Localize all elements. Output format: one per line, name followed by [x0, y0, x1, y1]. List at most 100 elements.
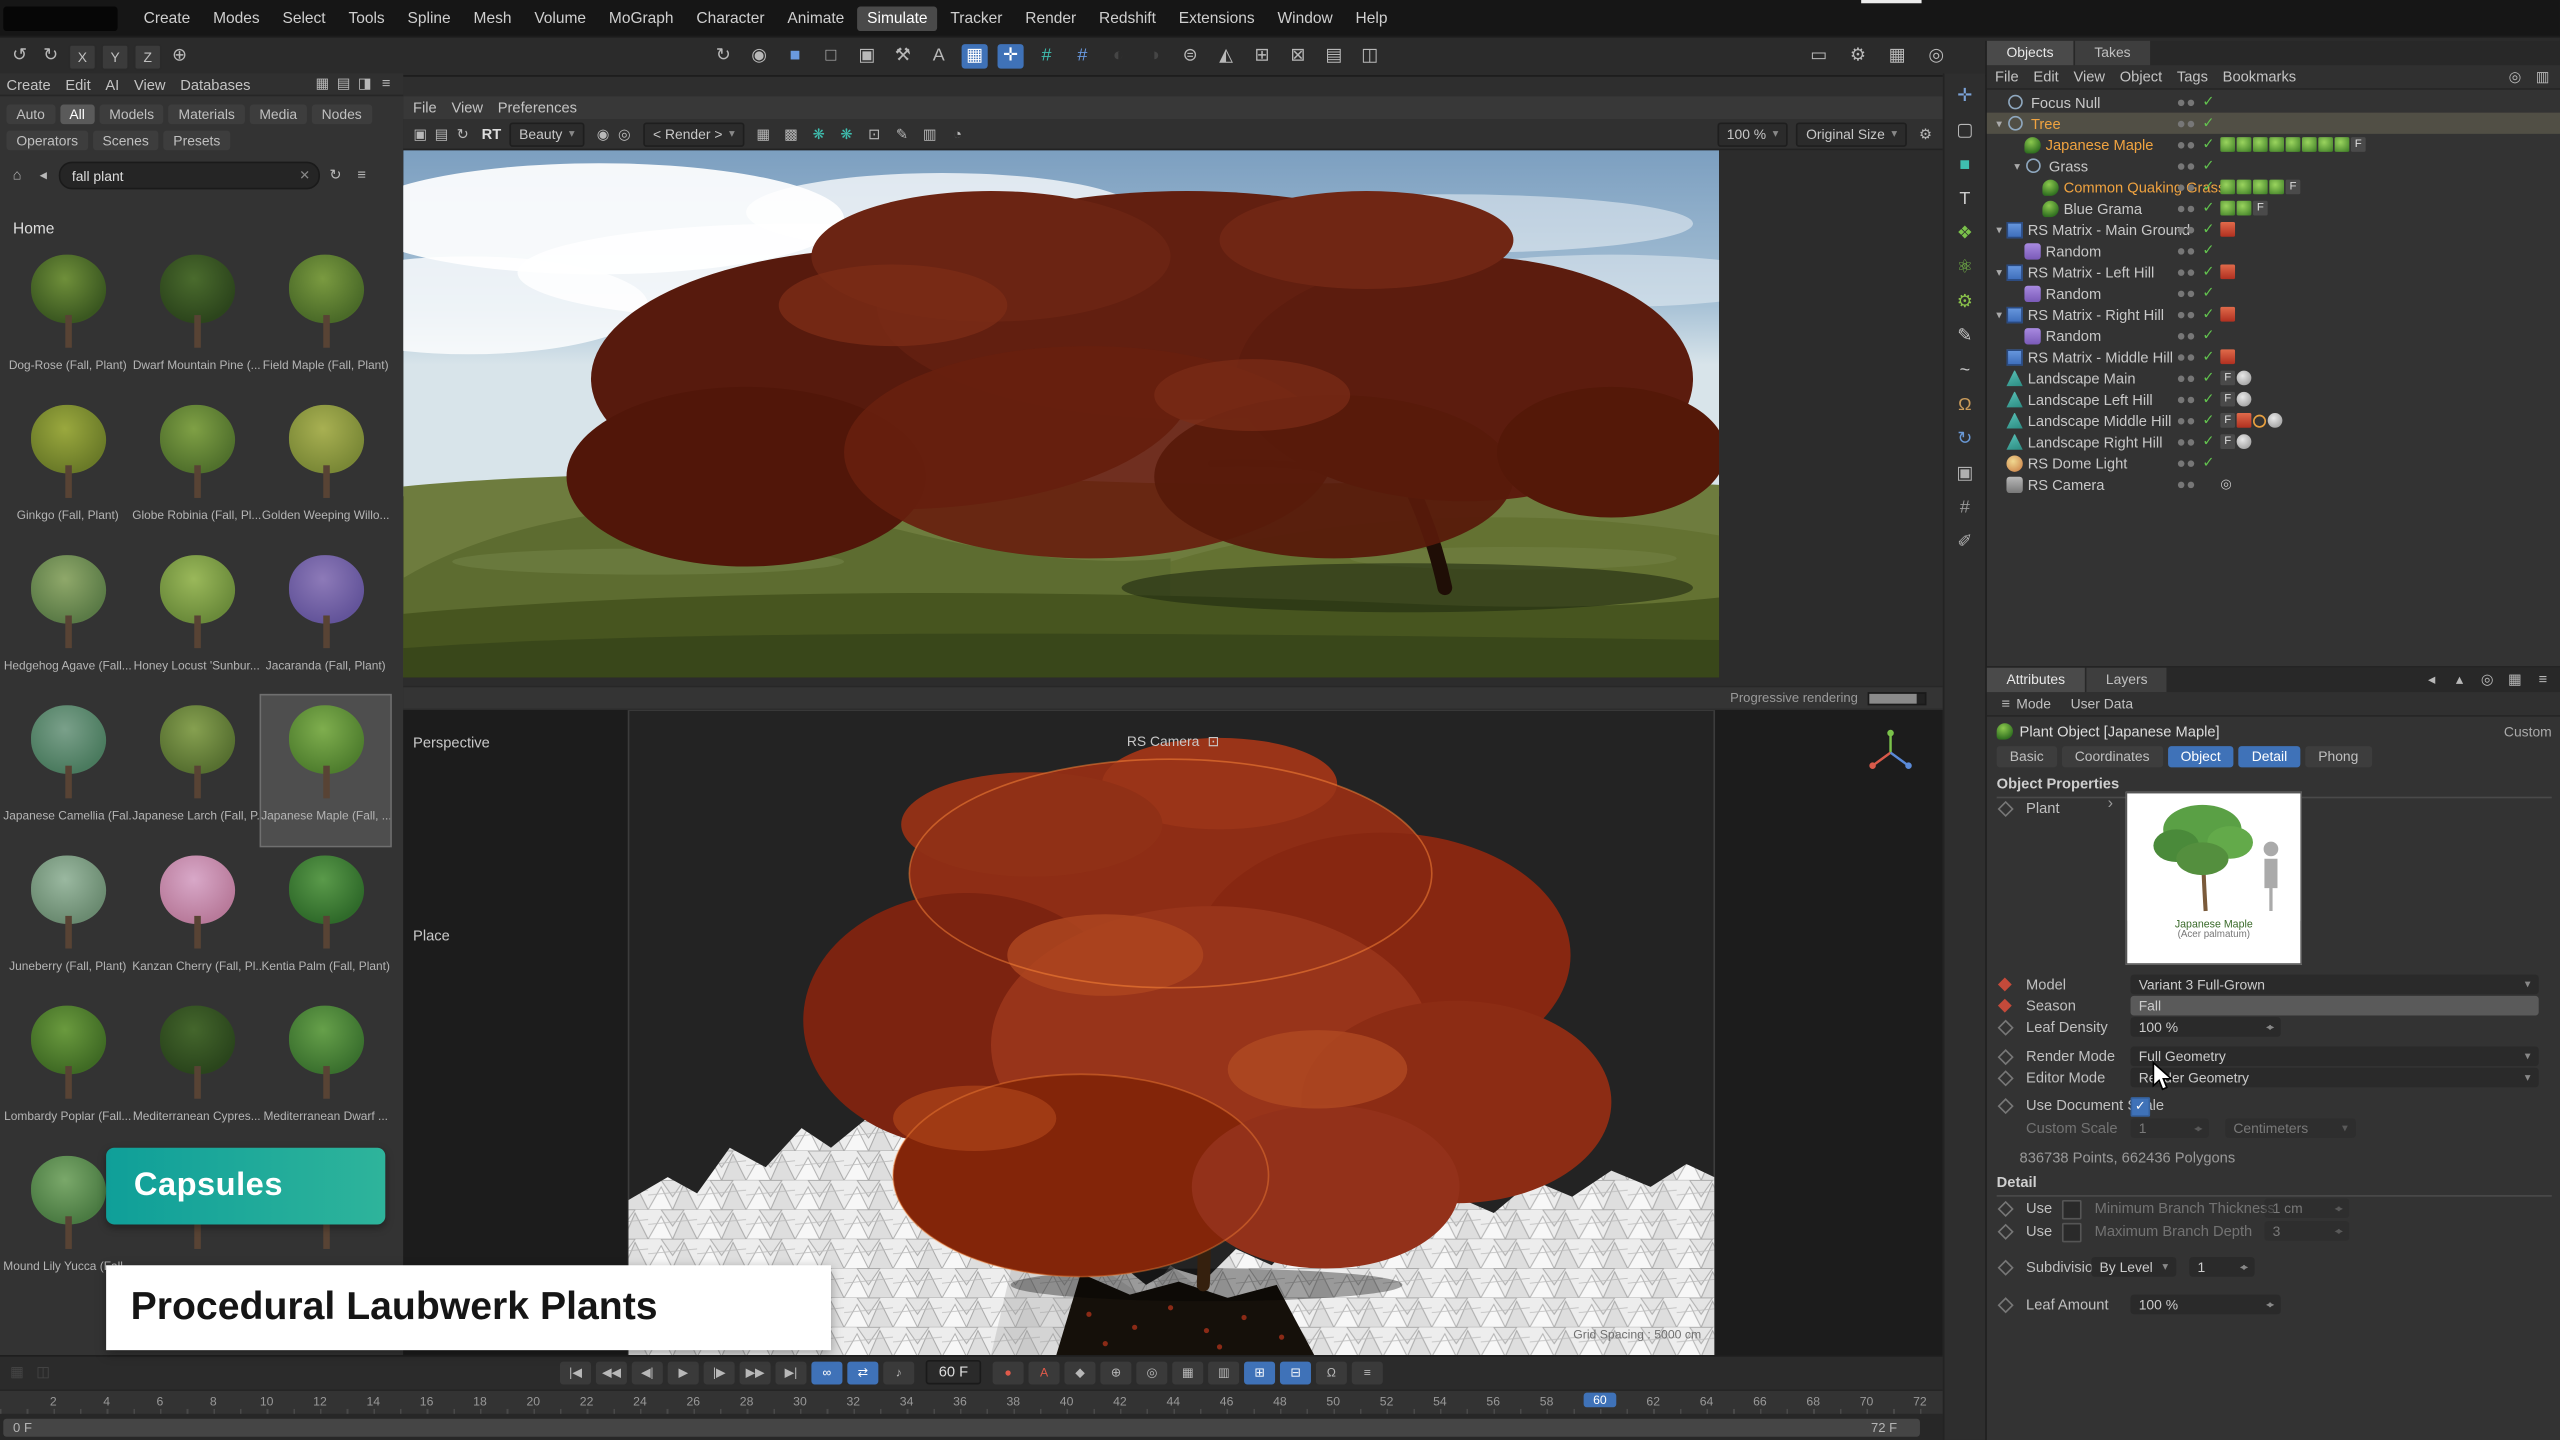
camera-lock-icon[interactable]: ⊡ — [1208, 733, 1220, 751]
custom-scale-input[interactable]: 1◂▸ — [2131, 1118, 2209, 1138]
magnet-key-button[interactable]: Ω — [1316, 1361, 1347, 1384]
frame-12[interactable]: 12 — [304, 1394, 337, 1409]
menu-mograph[interactable]: MoGraph — [599, 6, 683, 30]
enabled-check[interactable]: ✓ — [2202, 411, 2214, 429]
enabled-check[interactable]: ✓ — [2202, 390, 2214, 408]
anim-dot[interactable] — [1998, 1297, 2014, 1313]
frame-ruler[interactable]: 2468101214161820222426283032343638404244… — [0, 1389, 1943, 1415]
frame-22[interactable]: 22 — [570, 1394, 603, 1409]
asset-item-kentia-palm-fall-plant[interactable]: Kentia Palm (Fall, Plant) — [261, 846, 390, 996]
rope-icon[interactable]: ⚒ — [890, 44, 916, 68]
axis-gizmo-icon[interactable] — [1864, 727, 1916, 779]
frame-70[interactable]: 70 — [1850, 1394, 1883, 1409]
render-visibility-dot[interactable] — [2188, 311, 2195, 318]
editor-visibility-dot[interactable] — [2178, 311, 2185, 318]
render-visibility-dot[interactable] — [2188, 120, 2195, 127]
menu-render[interactable]: Render — [1015, 6, 1085, 30]
expand-arrow[interactable]: ▾ — [1992, 308, 2007, 321]
rotate-view-icon[interactable]: ↻ — [1957, 429, 1972, 449]
sphere-tag[interactable] — [2237, 371, 2252, 386]
tab-takes[interactable]: Takes — [2075, 41, 2150, 65]
material-tag[interactable] — [2220, 201, 2235, 216]
om-menu-edit[interactable]: Edit — [2033, 69, 2058, 85]
axis-modify-icon[interactable]: ◭ — [1213, 44, 1239, 68]
enabled-check[interactable]: ✓ — [2202, 93, 2214, 111]
frame-14[interactable]: 14 — [357, 1394, 390, 1409]
editor-visibility-dot[interactable] — [2178, 375, 2185, 382]
custom-label[interactable]: Custom — [2504, 722, 2552, 738]
search-input[interactable] — [69, 166, 278, 186]
editor-mode-dropdown[interactable]: Render Geometry▾ — [2131, 1068, 2539, 1088]
snapshot-icon[interactable]: ◉ — [593, 123, 614, 144]
redcube-tag[interactable] — [2220, 349, 2235, 364]
record-button[interactable]: ● — [993, 1361, 1024, 1384]
split-view-icon[interactable]: ◨ — [354, 73, 375, 94]
object-row-tree[interactable]: ▾Tree✓ — [1987, 113, 2560, 134]
tab-media[interactable]: Media — [250, 104, 307, 124]
editor-visibility-dot[interactable] — [2178, 162, 2185, 169]
editor-visibility-dot[interactable] — [2178, 353, 2185, 360]
menu-animate[interactable]: Animate — [778, 6, 855, 30]
attr-tab-object[interactable]: Object — [2168, 746, 2234, 767]
material-tag[interactable] — [2302, 137, 2317, 152]
enabled-check[interactable]: ✓ — [2202, 220, 2214, 238]
menu-mesh[interactable]: Mesh — [464, 6, 522, 30]
material-tag[interactable] — [2253, 180, 2268, 195]
frame-24[interactable]: 24 — [624, 1394, 657, 1409]
unit-dropdown[interactable]: Centimeters▾ — [2225, 1118, 2356, 1138]
target-tag[interactable]: ◎ — [2220, 477, 2236, 492]
grid-view-icon[interactable]: ▦ — [312, 73, 333, 94]
axis-y-button[interactable]: Y — [101, 43, 129, 69]
move-tool-icon[interactable]: ✛ — [1957, 87, 1972, 107]
om-search-icon[interactable]: ◎ — [2504, 66, 2525, 87]
object-row-rs-camera[interactable]: RS Camera◎ — [1987, 473, 2560, 494]
history-icon[interactable]: ▤ — [431, 123, 452, 144]
frame-40[interactable]: 40 — [1050, 1394, 1083, 1409]
enabled-check[interactable]: ✓ — [2202, 178, 2214, 196]
viewport-menu-preferences[interactable]: Preferences — [498, 100, 577, 116]
menu-create[interactable]: Create — [134, 6, 200, 30]
viewport-menu-file[interactable]: File — [413, 100, 437, 116]
phong-tag[interactable]: F — [2286, 180, 2301, 195]
frame-28[interactable]: 28 — [730, 1394, 763, 1409]
asset-item-honey-locust-sunbur[interactable]: Honey Locust 'Sunbur... — [132, 545, 261, 695]
enabled-check[interactable]: ✓ — [2202, 305, 2214, 323]
visibility-dots[interactable] — [2178, 162, 2194, 169]
visibility-dots[interactable] — [2178, 120, 2194, 127]
tab-auto[interactable]: Auto — [7, 104, 55, 124]
anim-dot[interactable] — [1998, 978, 2012, 992]
assets-menu-edit[interactable]: Edit — [65, 76, 90, 92]
editor-visibility-dot[interactable] — [2178, 205, 2185, 212]
visibility-dots[interactable] — [2178, 460, 2194, 467]
snap-key-button[interactable]: ⊞ — [1244, 1361, 1275, 1384]
editor-visibility-dot[interactable] — [2178, 141, 2185, 148]
preview-range-bar[interactable]: 0 F 72 F — [0, 1414, 1943, 1440]
anim-dot[interactable] — [1998, 1070, 2014, 1086]
timeline-options-button[interactable]: ≡ — [1352, 1361, 1383, 1384]
asset-item-juneberry-fall-plant[interactable]: Juneberry (Fall, Plant) — [3, 846, 132, 996]
frame-50[interactable]: 50 — [1317, 1394, 1350, 1409]
frame-66[interactable]: 66 — [1744, 1394, 1777, 1409]
expand-icon[interactable]: › — [2108, 795, 2113, 813]
simulate-reset-icon[interactable]: ↻ — [710, 44, 736, 68]
attach-tag-icon[interactable]: A — [926, 44, 952, 68]
menu-character[interactable]: Character — [687, 6, 775, 30]
tab-scenes[interactable]: Scenes — [93, 131, 159, 151]
attr-menu-icon[interactable]: ≡ — [2532, 669, 2553, 690]
frame-58[interactable]: 58 — [1530, 1394, 1563, 1409]
attr-panel-menu-icon[interactable]: ≡ — [1995, 693, 2016, 714]
menu-window[interactable]: Window — [1268, 6, 1343, 30]
menu-simulate[interactable]: Simulate — [857, 6, 937, 30]
editor-visibility-dot[interactable] — [2178, 460, 2185, 467]
menu-select[interactable]: Select — [273, 6, 336, 30]
render-target-dropdown[interactable]: < Render >▾ — [643, 122, 744, 146]
capsule-icon[interactable]: ✛ — [998, 44, 1024, 68]
object-row-landscape-main[interactable]: Landscape Main✓F — [1987, 367, 2560, 388]
object-row-random[interactable]: Random✓ — [1987, 325, 2560, 346]
nodes-icon[interactable]: ⚛ — [1957, 258, 1973, 278]
om-filter-icon[interactable]: ▥ — [2532, 66, 2553, 87]
render-visibility-dot[interactable] — [2188, 396, 2195, 403]
frame-56[interactable]: 56 — [1477, 1394, 1510, 1409]
current-frame-field[interactable]: 60 F — [926, 1360, 982, 1384]
frame-32[interactable]: 32 — [837, 1394, 870, 1409]
